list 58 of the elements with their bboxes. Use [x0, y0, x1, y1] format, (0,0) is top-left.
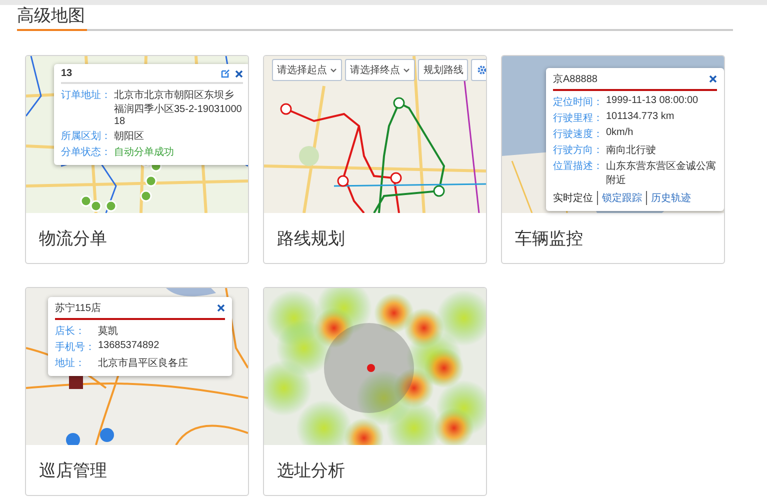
field-label: 所属区划：	[61, 130, 111, 143]
field-label: 店长：	[55, 324, 86, 338]
field-value: 101134.773 km	[606, 111, 676, 124]
plan-route-button[interactable]: 规划路线	[418, 59, 468, 81]
heat-spot	[436, 290, 486, 346]
card-title: 物流分单	[38, 228, 108, 250]
caret-icon	[330, 68, 338, 73]
map-card[interactable]: 京A88888 定位时间： 1999-11-13 08:00:00 行驶里程： 101134.773 km 行驶速度： 0km/h 行驶方向： 南向北行驶 位置描述： 山东东营东营区金诚公寓附近 实时定位 锁定跟踪 历史轨迹 车辆监控	[501, 55, 725, 264]
close-icon[interactable]	[709, 75, 717, 83]
field-label: 手机号：	[55, 340, 95, 354]
settings-icon	[477, 65, 486, 75]
field-label: 行驶里程：	[553, 112, 603, 125]
close-icon[interactable]	[217, 304, 225, 312]
popup-title: 13	[61, 68, 72, 79]
field-label: 位置描述：	[553, 160, 603, 174]
field-value: 自动分单成功	[114, 146, 175, 159]
popup-title: 苏宁115店	[55, 302, 101, 315]
card-title: 巡店管理	[38, 460, 108, 482]
field-value: 1999-11-13 08:00:00	[606, 95, 700, 108]
heat-spot	[404, 308, 444, 348]
map-card[interactable]: 苏宁115店 店长： 莫凯 手机号： 13685374892 地址： 北京市昌平区良各庄 巡店管理	[25, 287, 249, 496]
heat-spot	[424, 348, 464, 388]
heat-spot	[264, 360, 312, 416]
popup-title: 京A88888	[553, 72, 598, 86]
field-value: 13685374892	[98, 340, 160, 353]
location-pin-icon	[367, 364, 375, 372]
field-value: 北京市昌平区良各庄	[98, 356, 189, 370]
map-card[interactable]: 选址分析	[263, 287, 487, 496]
card-title: 选址分析	[276, 460, 346, 482]
field-label: 行驶速度：	[553, 128, 603, 141]
card-title: 车辆监控	[514, 228, 584, 250]
popup-link[interactable]: 历史轨迹	[646, 191, 691, 205]
field-value: 北京市北京市朝阳区东坝乡福润四季小区35-2-1903100018	[114, 88, 243, 127]
heat-spot	[374, 293, 414, 333]
map-card[interactable]: 13 订单地址： 北京市北京市朝阳区东坝乡福润四季小区35-2-1903100018 所属区划： 朝阳区 分单状态： 自动分单成功 物流分单	[25, 55, 249, 264]
popup-link[interactable]: 实时定位	[553, 191, 593, 205]
popup-link[interactable]: 锁定跟踪	[597, 191, 642, 205]
map-card[interactable]: 请选择起点 请选择终点 规划路线 路线规划	[263, 55, 487, 264]
field-label: 分单状态：	[61, 146, 111, 159]
point-select[interactable]: 请选择起点	[272, 59, 342, 81]
point-select[interactable]: 请选择终点	[345, 59, 416, 81]
heat-spot	[276, 320, 332, 376]
card-title: 路线规划	[276, 228, 346, 250]
caret-icon	[403, 68, 410, 73]
field-value: 朝阳区	[114, 130, 145, 143]
page-title: 高级地图	[17, 5, 87, 31]
field-value: 莫凯	[98, 324, 119, 338]
field-label: 地址：	[55, 356, 86, 370]
heat-spot	[394, 368, 434, 408]
close-icon[interactable]	[235, 70, 243, 78]
edit-icon[interactable]	[221, 69, 230, 78]
field-value: 山东东营东营区金诚公寓附近	[606, 160, 717, 187]
heat-spot	[314, 308, 354, 348]
field-label: 行驶方向：	[553, 144, 603, 157]
field-label: 订单地址：	[61, 88, 111, 103]
field-value: 南向北行驶	[606, 144, 657, 157]
field-label: 定位时间：	[553, 96, 603, 109]
field-value: 0km/h	[606, 127, 634, 140]
